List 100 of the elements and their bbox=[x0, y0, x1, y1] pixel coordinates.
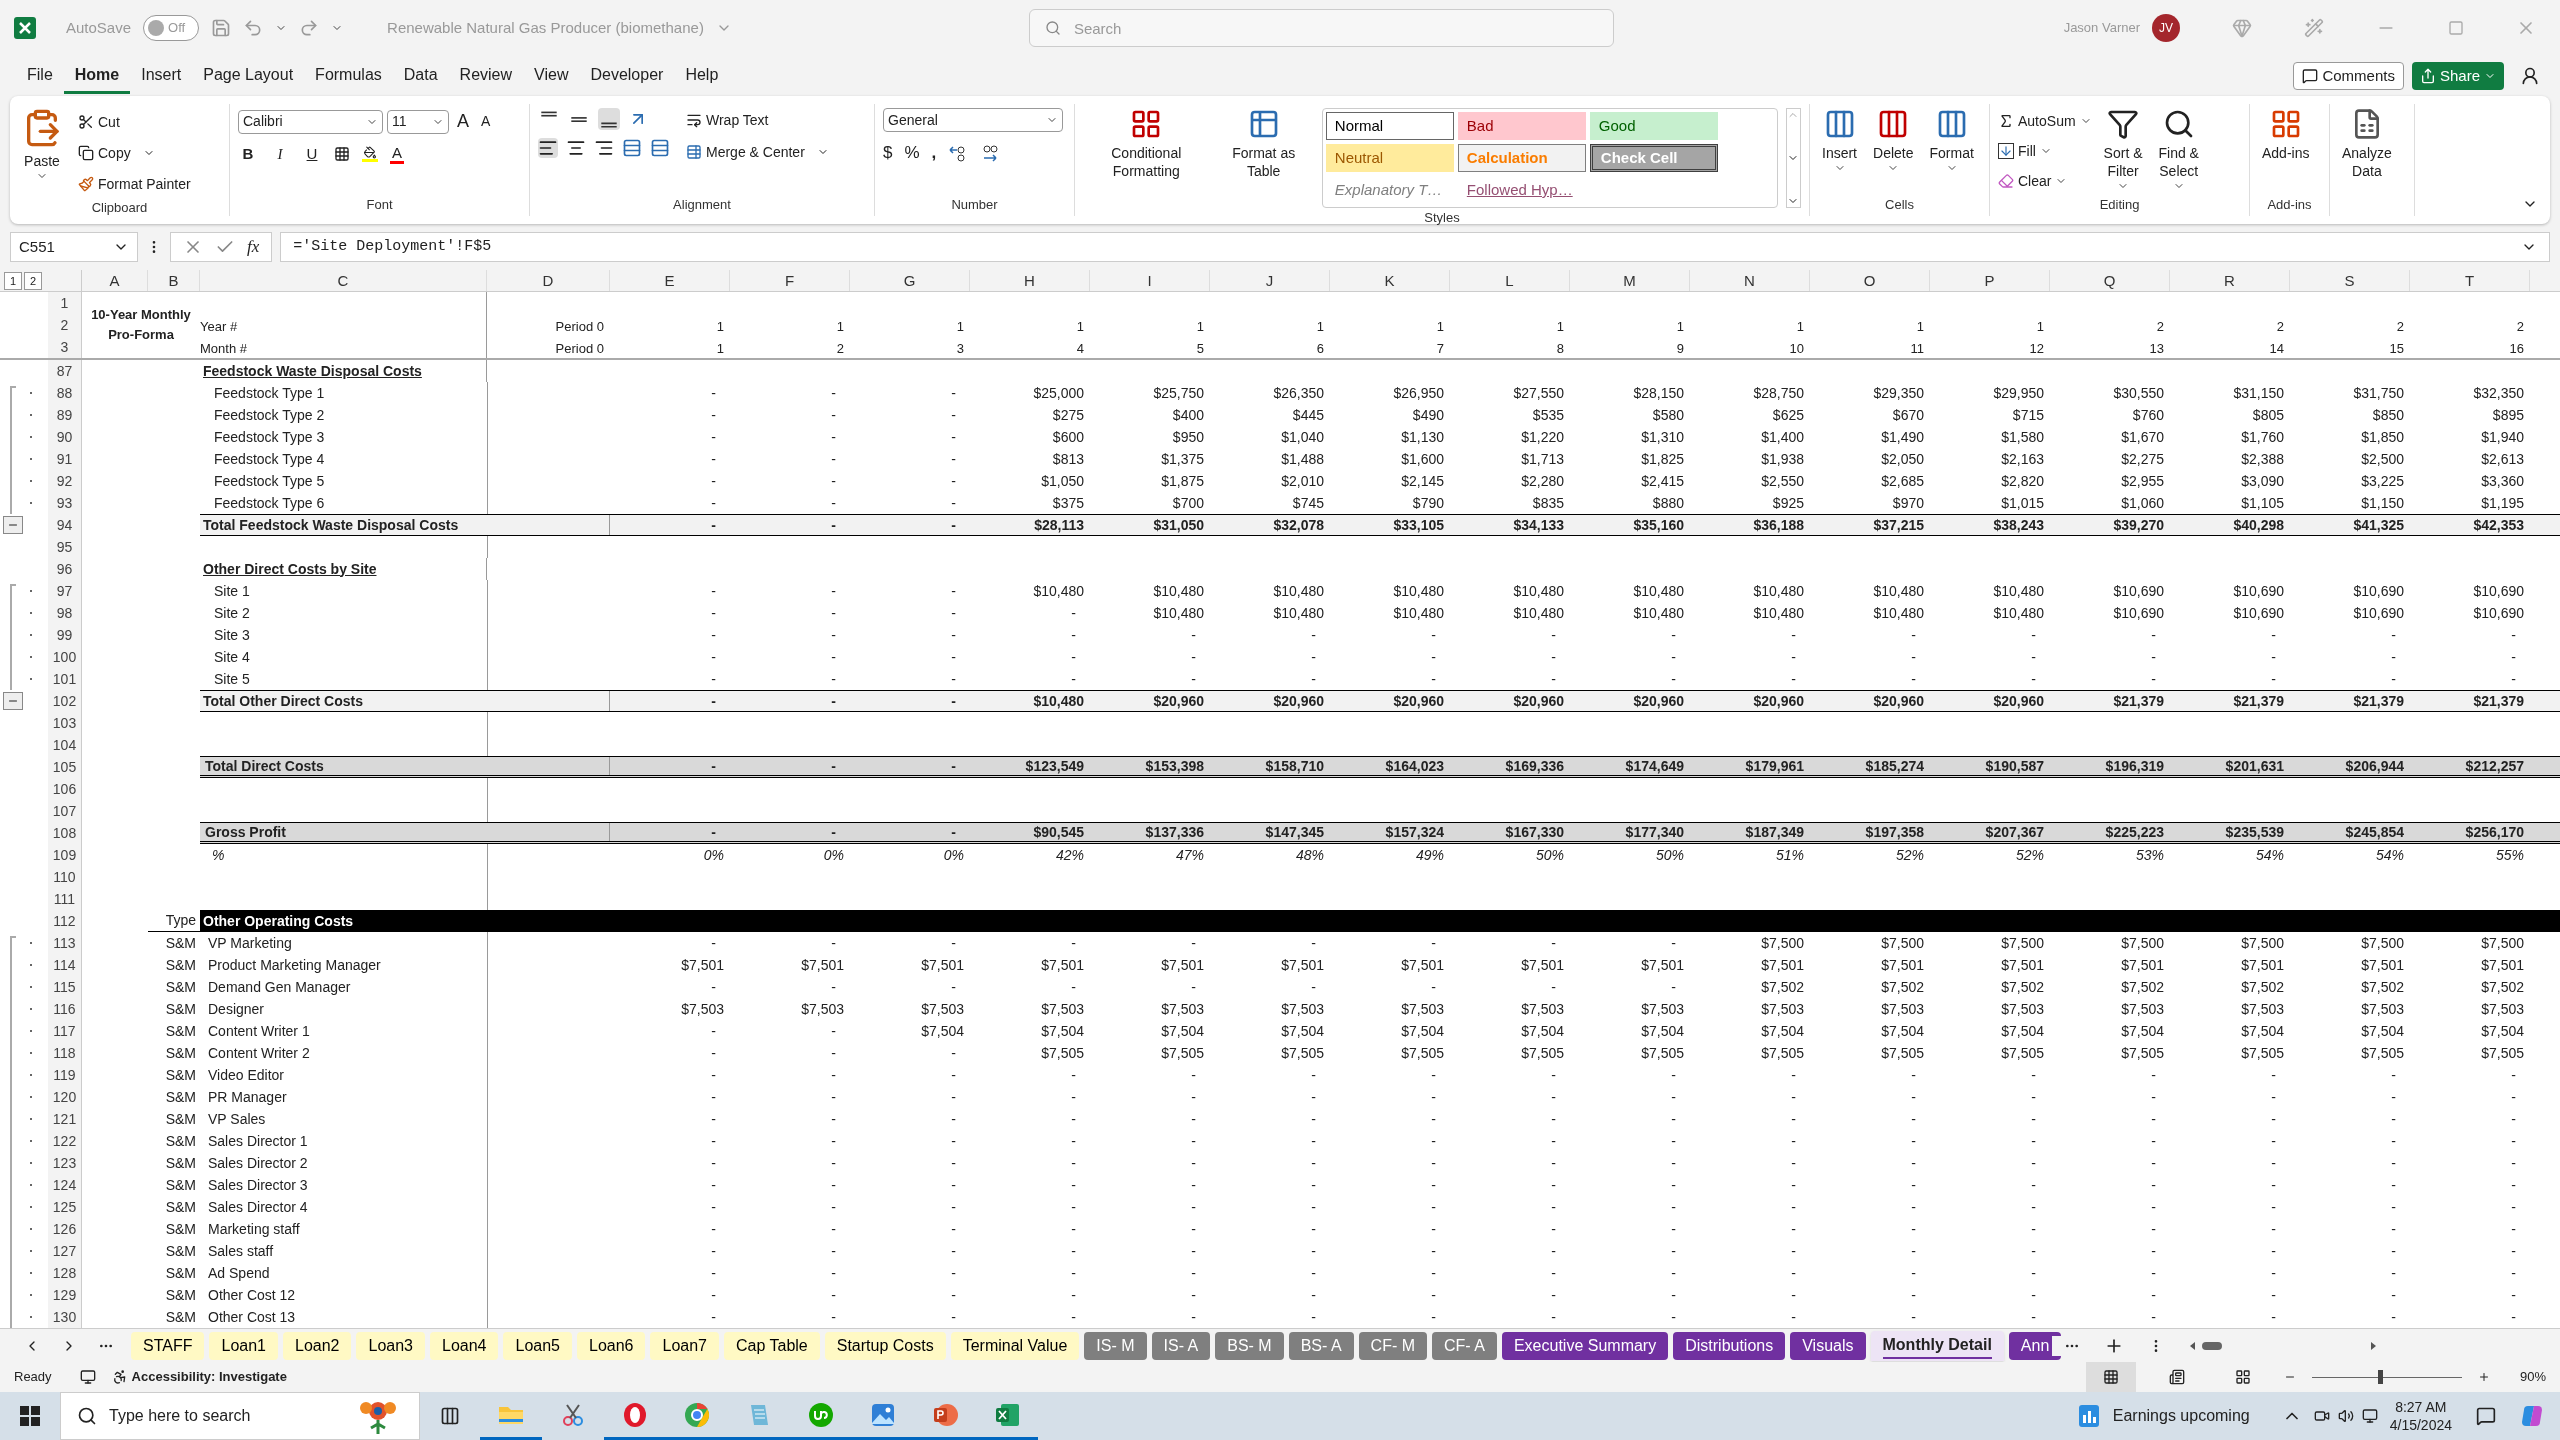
sheet-tab[interactable]: Distributions bbox=[1673, 1331, 1786, 1360]
row-header[interactable]: 95 bbox=[48, 536, 82, 558]
row-header[interactable]: 1 bbox=[48, 292, 82, 314]
row-header[interactable]: 112 bbox=[48, 910, 82, 932]
column-header[interactable]: N bbox=[1690, 270, 1810, 291]
column-header[interactable]: P bbox=[1930, 270, 2050, 291]
row-header[interactable]: 108 bbox=[48, 822, 82, 844]
column-header[interactable]: T bbox=[2410, 270, 2530, 291]
clipboard-button[interactable]: Copy bbox=[78, 139, 191, 167]
volume-icon[interactable] bbox=[2337, 1408, 2354, 1424]
task-view-icon[interactable] bbox=[440, 1406, 460, 1426]
save-icon[interactable] bbox=[211, 18, 232, 38]
merge-center-button[interactable]: Merge & Center bbox=[686, 140, 829, 164]
row-header[interactable]: 126 bbox=[48, 1218, 82, 1240]
sheet-tab[interactable]: Loan3 bbox=[356, 1331, 425, 1360]
vertical-align-icon[interactable] bbox=[598, 108, 620, 130]
column-header[interactable]: M bbox=[1570, 270, 1690, 291]
cell-style-item[interactable]: Good bbox=[1589, 112, 1718, 140]
column-header[interactable]: C bbox=[200, 270, 487, 291]
menu-tab[interactable]: Help bbox=[674, 58, 730, 94]
row-header[interactable]: 128 bbox=[48, 1262, 82, 1284]
row-header[interactable]: 118 bbox=[48, 1042, 82, 1064]
column-header[interactable]: D bbox=[487, 270, 610, 291]
sheet-tab[interactable]: IS- A bbox=[1151, 1331, 1211, 1360]
clock-time[interactable]: 8:27 AM bbox=[2395, 1398, 2447, 1416]
column-header[interactable]: H bbox=[970, 270, 1090, 291]
borders-icon[interactable] bbox=[334, 146, 350, 163]
align-right-icon[interactable] bbox=[594, 138, 614, 158]
bold-button[interactable]: B bbox=[238, 143, 258, 166]
row-header[interactable]: 105 bbox=[48, 756, 82, 778]
ribbon-button[interactable]: Format as Table bbox=[1217, 108, 1310, 208]
underline-button[interactable]: U bbox=[302, 143, 322, 166]
redo-icon[interactable] bbox=[299, 18, 320, 38]
row-header[interactable]: 87 bbox=[48, 360, 82, 382]
sheet-tab[interactable]: Terminal Value bbox=[950, 1331, 1080, 1360]
row-header[interactable]: 130 bbox=[48, 1306, 82, 1328]
align-center-icon[interactable] bbox=[566, 138, 586, 158]
row-header[interactable]: 114 bbox=[48, 954, 82, 976]
currency-button[interactable]: $ bbox=[883, 140, 893, 166]
camera-icon[interactable] bbox=[2313, 1408, 2330, 1424]
wrap-text-button[interactable]: Wrap Text bbox=[686, 108, 829, 132]
row-header[interactable]: 91 bbox=[48, 448, 82, 470]
font-size-field[interactable]: 11 bbox=[387, 109, 449, 134]
sheet-tab[interactable]: Monthly Detail bbox=[1870, 1330, 2004, 1361]
row-header[interactable]: 119 bbox=[48, 1064, 82, 1086]
menu-tab[interactable]: Formulas bbox=[304, 58, 393, 94]
italic-button[interactable]: I bbox=[270, 143, 290, 166]
row-header[interactable]: 120 bbox=[48, 1086, 82, 1108]
accessibility-button[interactable]: Accessibility: Investigate bbox=[111, 1367, 287, 1387]
column-header[interactable]: I bbox=[1090, 270, 1210, 291]
clock-date[interactable]: 4/15/2024 bbox=[2389, 1416, 2452, 1434]
user-avatar[interactable]: JV bbox=[2152, 14, 2180, 42]
menu-tab[interactable]: Review bbox=[448, 58, 524, 94]
comma-style-button[interactable]: , bbox=[931, 140, 937, 166]
zoom-level[interactable]: 90% bbox=[2506, 1367, 2546, 1387]
shrink-font-button[interactable]: A bbox=[477, 111, 495, 132]
row-header[interactable]: 109 bbox=[48, 844, 82, 866]
clipboard-button[interactable]: Format Painter bbox=[78, 170, 191, 198]
row-header[interactable]: 89 bbox=[48, 404, 82, 426]
ribbon-button[interactable]: Delete bbox=[1869, 108, 1918, 174]
sheet-tab[interactable]: CF- A bbox=[1432, 1331, 1497, 1360]
align-left-icon[interactable] bbox=[538, 138, 558, 158]
percent-button[interactable]: % bbox=[904, 140, 920, 166]
row-header[interactable]: 115 bbox=[48, 976, 82, 998]
cell-style-item[interactable]: Neutral bbox=[1325, 144, 1454, 172]
row-header[interactable]: 129 bbox=[48, 1284, 82, 1306]
row-header[interactable]: 125 bbox=[48, 1196, 82, 1218]
clipboard-button[interactable]: Cut bbox=[78, 108, 191, 136]
ribbon-button[interactable]: Find & Select bbox=[2154, 108, 2203, 194]
comments-button[interactable]: Comments bbox=[2293, 62, 2404, 90]
row-header[interactable]: 97 bbox=[48, 580, 82, 602]
row-header[interactable]: 3 bbox=[48, 336, 82, 358]
search-field[interactable]: Search bbox=[1028, 9, 1614, 47]
column-header[interactable]: K bbox=[1330, 270, 1450, 291]
row-header[interactable]: 110 bbox=[48, 866, 82, 888]
sheet-tab[interactable]: Loan2 bbox=[283, 1331, 352, 1360]
search-box[interactable]: Type here to search bbox=[60, 1392, 420, 1440]
menu-tab[interactable]: File bbox=[16, 58, 64, 94]
news-widget[interactable]: Earnings upcoming bbox=[2076, 1403, 2250, 1429]
grow-font-button[interactable]: A bbox=[453, 108, 473, 135]
sheet-tab[interactable]: IS- M bbox=[1084, 1331, 1147, 1360]
row-header[interactable]: 107 bbox=[48, 800, 82, 822]
ribbon-button[interactable]: Add-ins bbox=[2258, 108, 2314, 162]
column-header[interactable]: L bbox=[1450, 270, 1570, 291]
number-format-field[interactable]: General bbox=[883, 108, 1063, 132]
sheet-tab[interactable]: BS- M bbox=[1215, 1331, 1284, 1360]
editing-button[interactable]: AutoSum bbox=[1998, 108, 2092, 134]
column-header[interactable]: S bbox=[2290, 270, 2410, 291]
sheet-tab[interactable]: STAFF bbox=[131, 1331, 205, 1360]
row-header[interactable]: 99 bbox=[48, 624, 82, 646]
ribbon-button[interactable]: Paste bbox=[18, 108, 66, 198]
outline-level-button[interactable]: 1 bbox=[4, 271, 22, 290]
sheet-tab[interactable]: Loan6 bbox=[577, 1331, 646, 1360]
ribbon-button[interactable]: Sort & Filter bbox=[2099, 108, 2147, 194]
row-header[interactable]: 93 bbox=[48, 492, 82, 514]
row-header[interactable]: 92 bbox=[48, 470, 82, 492]
editing-button[interactable]: Fill bbox=[1998, 138, 2092, 164]
ribbon-button[interactable]: Format bbox=[1925, 108, 1978, 174]
row-header[interactable]: 96 bbox=[48, 558, 82, 580]
row-header[interactable]: 103 bbox=[48, 712, 82, 734]
